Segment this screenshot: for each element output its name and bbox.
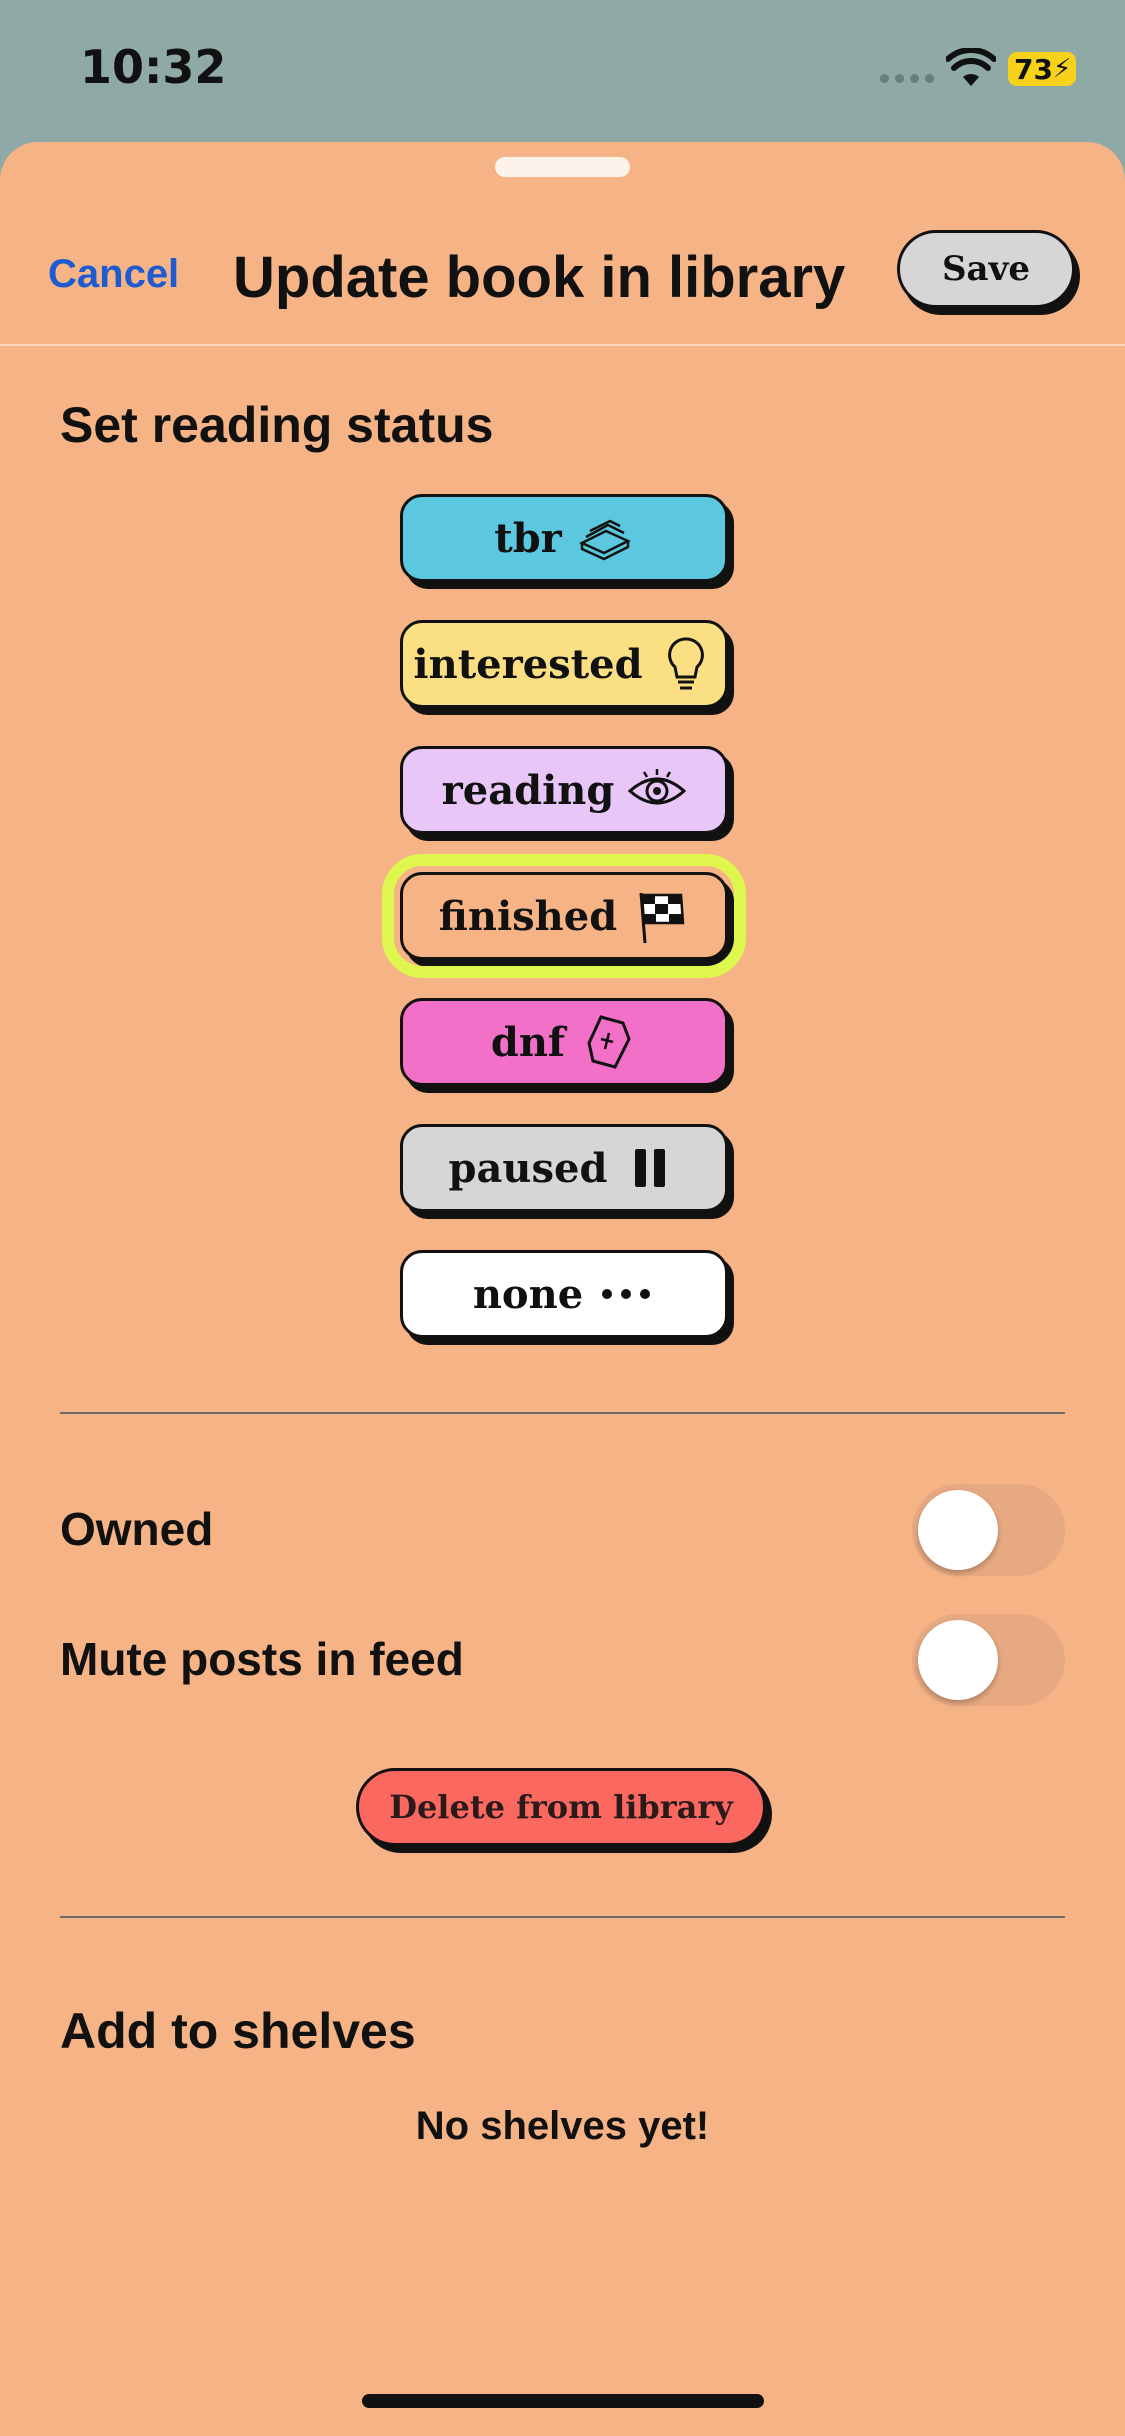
status-label: dnf — [490, 1018, 566, 1066]
battery-charging-icon: 73 ⚡ — [1008, 52, 1076, 86]
page-title: Update book in library — [233, 245, 846, 310]
mute-posts-label: Mute posts in feed — [60, 1633, 464, 1685]
status-time: 10:32 — [80, 40, 227, 94]
cellular-signal-icon — [880, 74, 934, 83]
lightbulb-icon — [667, 637, 704, 690]
pause-icon — [635, 1149, 666, 1187]
status-finished-button[interactable]: finished — [382, 854, 746, 978]
owned-label: Owned — [60, 1503, 214, 1555]
wifi-icon — [946, 48, 996, 86]
status-none-button[interactable]: none — [400, 1250, 728, 1338]
ellipsis-icon — [602, 1289, 651, 1299]
save-button[interactable]: Save — [897, 230, 1075, 308]
checkered-flag-icon — [639, 892, 685, 944]
sheet-grabber[interactable] — [495, 157, 630, 177]
status-label: reading — [441, 766, 615, 814]
no-shelves-text: No shelves yet! — [415, 2104, 710, 2148]
section-divider — [60, 1916, 1065, 1918]
home-indicator[interactable] — [362, 2394, 764, 2408]
status-dnf-button[interactable]: dnf — [400, 998, 728, 1086]
status-label: paused — [448, 1144, 608, 1192]
reading-status-title: Set reading status — [60, 397, 494, 453]
status-label: finished — [438, 892, 618, 940]
owned-toggle[interactable] — [912, 1484, 1065, 1576]
mute-posts-toggle[interactable] — [912, 1614, 1065, 1706]
status-label: interested — [413, 640, 643, 688]
section-divider — [60, 1412, 1065, 1414]
header-divider — [0, 344, 1125, 346]
status-bar: 10:32 73 ⚡ — [0, 0, 1125, 140]
delete-from-library-button[interactable]: Delete from library — [356, 1768, 766, 1846]
status-paused-button[interactable]: paused — [400, 1124, 728, 1212]
status-tbr-button[interactable]: tbr — [400, 494, 728, 582]
status-label: tbr — [494, 514, 562, 562]
book-stack-icon — [578, 519, 631, 561]
cancel-button[interactable]: Cancel — [48, 252, 179, 297]
status-label: none — [472, 1270, 584, 1318]
coffin-icon — [587, 1015, 631, 1069]
status-interested-button[interactable]: interested — [400, 620, 728, 708]
status-reading-button[interactable]: reading — [400, 746, 728, 834]
toggle-knob — [918, 1620, 998, 1700]
eye-icon — [628, 769, 687, 805]
battery-level: 73 — [1014, 52, 1053, 86]
toggle-knob — [918, 1490, 998, 1570]
update-book-sheet: Cancel Update book in library Save Set r… — [0, 142, 1125, 2436]
shelves-title: Add to shelves — [60, 2003, 416, 2059]
